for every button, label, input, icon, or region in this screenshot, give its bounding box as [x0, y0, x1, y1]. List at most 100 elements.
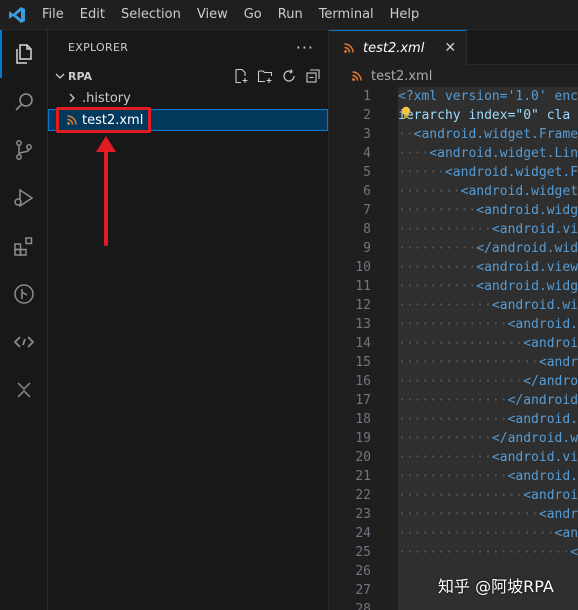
- line-number: 23: [355, 507, 371, 522]
- annotation-arrow-icon: [96, 136, 116, 246]
- more-actions-icon[interactable]: ···: [296, 38, 314, 57]
- menu-terminal[interactable]: Terminal: [311, 0, 382, 30]
- code-text: <android.widge: [476, 203, 578, 218]
- code-text: <android.vie: [491, 450, 578, 465]
- folder-label: RPA: [68, 69, 93, 83]
- close-panel-icon[interactable]: [0, 366, 48, 414]
- line-number: 10: [355, 260, 371, 275]
- tab-bar: test2.xml ✕: [329, 30, 578, 65]
- folder-actions: [232, 65, 322, 87]
- menu-go[interactable]: Go: [236, 0, 270, 30]
- code-text: <and: [554, 526, 578, 541]
- line-number: 8: [363, 222, 371, 237]
- line-number: 17: [355, 393, 371, 408]
- code-text: <android.wid: [491, 298, 578, 313]
- refresh-icon[interactable]: [280, 67, 298, 85]
- code-line: ············</android.wi: [398, 429, 578, 448]
- line-number: 15: [355, 355, 371, 370]
- code-editor[interactable]: 1 2 3 4 5 6 7 8 9 10 11 12 13 14 15 16 17 18 19 20 21 22 23 24 2…: [329, 87, 578, 610]
- line-number: 5: [363, 165, 371, 180]
- menu-file[interactable]: File: [34, 0, 72, 30]
- line-number: 20: [355, 450, 371, 465]
- git-graph-icon[interactable]: [0, 270, 48, 318]
- remote-icon[interactable]: [0, 318, 48, 366]
- menu-run[interactable]: Run: [270, 0, 311, 30]
- code-text: <?xml version='1.0' enco: [398, 89, 578, 104]
- tree-item-label: .history: [82, 90, 131, 106]
- line-number: 3: [363, 127, 371, 142]
- menu-edit[interactable]: Edit: [72, 0, 113, 30]
- line-number: 1: [363, 89, 371, 104]
- menu-help[interactable]: Help: [382, 0, 428, 30]
- code-line: ierarchy index="0" cla: [398, 106, 578, 125]
- vscode-logo-icon[interactable]: [0, 0, 34, 30]
- code-line: ··················<andro: [398, 353, 578, 372]
- code-text: <androi: [523, 336, 578, 351]
- code-text: <android.w: [507, 412, 578, 427]
- code-text: <android.w: [507, 317, 578, 332]
- chevron-right-icon: [64, 93, 80, 103]
- line-number: 9: [363, 241, 371, 256]
- line-number: 19: [355, 431, 371, 446]
- search-icon[interactable]: [0, 78, 48, 126]
- run-debug-icon[interactable]: [0, 174, 48, 222]
- watermark: 知乎 @阿坡RPA: [438, 577, 554, 596]
- tree-item-history[interactable]: .history: [48, 87, 328, 109]
- code-text: <androi: [523, 488, 578, 503]
- rss-xml-file-icon: [349, 68, 365, 84]
- close-icon[interactable]: ✕: [444, 40, 456, 56]
- line-number: 24: [355, 526, 371, 541]
- line-number: 22: [355, 488, 371, 503]
- code-text: <android.widget.Fr: [444, 165, 578, 180]
- line-number: 4: [363, 146, 371, 161]
- line-number: 7: [363, 203, 371, 218]
- extensions-icon[interactable]: [0, 222, 48, 270]
- code-line: ··········<android.widge: [398, 277, 578, 296]
- code-text: <a: [570, 545, 578, 560]
- code-line: ··············<android.w: [398, 410, 578, 429]
- line-number: 25: [355, 545, 371, 560]
- code-text: <android.view.: [476, 260, 578, 275]
- code-line: ····<android.widget.Line: [398, 144, 578, 163]
- code-line: ················</androi: [398, 372, 578, 391]
- lightbulb-icon[interactable]: [400, 106, 412, 126]
- line-number: 27: [355, 583, 371, 598]
- menu-bar: File Edit Selection View Go Run Terminal Help: [34, 0, 427, 30]
- new-file-icon[interactable]: [232, 67, 250, 85]
- menu-view[interactable]: View: [189, 0, 236, 30]
- explorer-icon[interactable]: [0, 30, 48, 78]
- menu-selection[interactable]: Selection: [113, 0, 189, 30]
- code-text: </androi: [523, 374, 578, 389]
- code-text: <android.w: [507, 469, 578, 484]
- code-line: ················<androi: [398, 488, 578, 503]
- code-text: <andro: [538, 355, 578, 370]
- breadcrumb-item[interactable]: test2.xml: [371, 69, 432, 84]
- collapse-all-icon[interactable]: [304, 67, 322, 85]
- line-number: 13: [355, 317, 371, 332]
- code-line: ··········</android.widg: [398, 239, 578, 258]
- code-line: ······················<a: [398, 543, 578, 562]
- code-line: ················<androi: [398, 336, 578, 351]
- line-number: 21: [355, 469, 371, 484]
- code-text: </android.wi: [491, 431, 578, 446]
- line-number: 16: [355, 374, 371, 389]
- line-number: 6: [363, 184, 371, 199]
- breadcrumb: test2.xml: [329, 65, 578, 87]
- tab-label: test2.xml: [363, 40, 425, 56]
- source-control-icon[interactable]: [0, 126, 48, 174]
- rss-xml-file-icon: [341, 40, 357, 56]
- explorer-header: EXPLORER ···: [48, 30, 328, 65]
- code-line: ············<android.vie: [398, 448, 578, 467]
- code-line: ····················<and: [398, 524, 578, 543]
- line-number: 14: [355, 336, 371, 351]
- code-line: ············<android.wid: [398, 296, 578, 315]
- code-text: <android.widget.Line: [429, 146, 578, 161]
- tab-test2-xml[interactable]: test2.xml ✕: [329, 30, 468, 65]
- folder-rpa[interactable]: RPA: [48, 65, 328, 87]
- code-lines[interactable]: <?xml version='1.0' enco ierarchy index="…: [398, 87, 578, 610]
- code-line: ············<android.vie: [398, 220, 578, 239]
- code-line: ········<android.widget.: [398, 182, 578, 201]
- activity-bar: [0, 30, 48, 610]
- new-folder-icon[interactable]: [256, 67, 274, 85]
